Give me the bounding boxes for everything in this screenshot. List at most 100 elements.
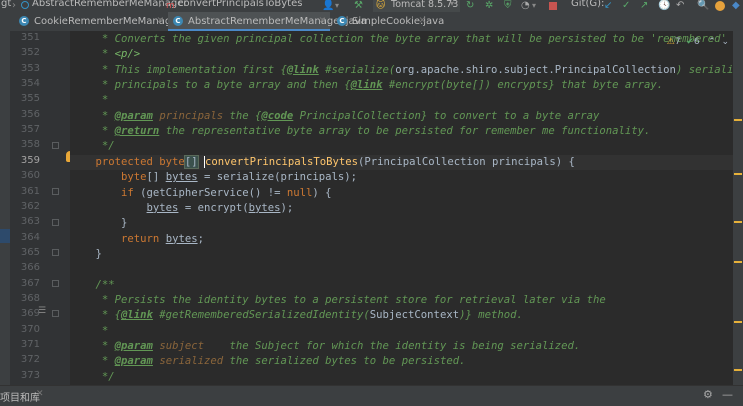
line-number[interactable]: 354	[10, 78, 40, 89]
code-line[interactable]: }	[70, 247, 733, 262]
breadcrumb-class[interactable]: AbstractRememberMeManager	[32, 0, 188, 9]
code-line[interactable]: *	[70, 324, 733, 339]
tab-simple-cookie[interactable]: C SimpleCookie.java ✕	[332, 12, 444, 31]
line-number[interactable]: 361	[10, 186, 40, 197]
debug-icon[interactable]: ✲	[485, 0, 493, 12]
line-number[interactable]: 358	[10, 139, 40, 150]
project-tool-marker[interactable]	[0, 229, 10, 243]
line-number[interactable]: 372	[10, 354, 40, 365]
code-line[interactable]: * @param principals the {@code Principal…	[70, 109, 733, 124]
profiler-icon[interactable]: ◔	[521, 0, 530, 12]
warning-marker[interactable]	[734, 119, 742, 121]
update-icon[interactable]	[715, 1, 725, 11]
minimize-icon[interactable]: —	[722, 388, 733, 401]
fold-marker[interactable]	[52, 219, 59, 226]
code-line[interactable]	[70, 262, 733, 277]
line-number[interactable]: 355	[10, 93, 40, 104]
line-number[interactable]: 359	[10, 155, 40, 166]
code-line[interactable]: /**	[70, 278, 733, 293]
code-line[interactable]: return bytes;	[70, 232, 733, 247]
warning-marker[interactable]	[734, 261, 742, 263]
search-icon[interactable]: 🔍	[697, 0, 709, 12]
code-token: * {	[70, 309, 122, 322]
fold-marker[interactable]	[52, 280, 59, 287]
line-number[interactable]: 367	[10, 278, 40, 289]
warning-marker[interactable]	[734, 321, 742, 323]
fold-marker[interactable]	[52, 310, 59, 317]
code-line[interactable]: * Persists the identity bytes to a persi…	[70, 293, 733, 308]
git-update-icon[interactable]: ↙	[604, 0, 612, 12]
line-number[interactable]: 352	[10, 47, 40, 58]
line-number[interactable]: 370	[10, 324, 40, 335]
project-libraries-label[interactable]: 项目和库	[0, 389, 40, 404]
inspection-widget[interactable]: ⚠7 ✔6 ⌃ ⌄	[667, 37, 729, 47]
code-line[interactable]: * @return the representative byte array …	[70, 124, 733, 139]
code-editor[interactable]: * Converts the given principal collectio…	[70, 31, 733, 385]
fold-marker[interactable]	[52, 188, 59, 195]
line-number[interactable]: 369	[10, 308, 40, 319]
rollback-icon[interactable]: ↶	[676, 0, 684, 12]
fold-marker[interactable]	[52, 249, 59, 256]
build-hammer-icon[interactable]: ⚒	[354, 0, 363, 12]
code-line[interactable]: */	[70, 139, 733, 154]
code-line[interactable]: * This implementation first {@link #seri…	[70, 63, 733, 78]
fold-marker[interactable]	[52, 142, 59, 149]
line-number[interactable]: 362	[10, 201, 40, 212]
code-line[interactable]: }	[70, 216, 733, 231]
code-line[interactable]: bytes = encrypt(bytes);	[70, 201, 733, 216]
code-token: *	[70, 125, 115, 138]
code-line[interactable]: byte[] bytes = serialize(principals);	[70, 170, 733, 185]
breadcrumb-prefix[interactable]: gt	[1, 0, 11, 9]
git-commit-icon[interactable]: ✓	[622, 0, 630, 12]
code-token: * Persists the identity bytes to a persi…	[70, 293, 606, 306]
code-line[interactable]: * {@link #getRememberedSerializedIdentit…	[70, 308, 733, 323]
coverage-icon[interactable]: ⛨	[504, 0, 512, 12]
breadcrumb-method[interactable]: convertPrincipalsToBytes	[178, 0, 302, 9]
warning-marker[interactable]	[734, 221, 742, 223]
line-number[interactable]: 371	[10, 339, 40, 350]
close-icon[interactable]: ✕	[318, 12, 326, 31]
line-number[interactable]: 364	[10, 232, 40, 243]
line-number[interactable]: 373	[10, 370, 40, 381]
line-number[interactable]: 360	[10, 170, 40, 181]
warning-marker[interactable]	[734, 369, 742, 371]
chevron-down-icon: ▾	[450, 0, 455, 8]
code-line[interactable]: */	[70, 370, 733, 385]
line-number[interactable]: 356	[10, 109, 40, 120]
code-line[interactable]: *	[70, 93, 733, 108]
code-line[interactable]: * principals to a byte array and then {@…	[70, 78, 733, 93]
line-number[interactable]: 365	[10, 247, 40, 258]
code-line[interactable]: * @param subject the Subject for which t…	[70, 339, 733, 354]
gear-icon[interactable]: ⚙	[703, 388, 713, 401]
ide-logo-icon[interactable]: ◆	[732, 0, 740, 12]
code-line[interactable]: * @param serialized the serialized bytes…	[70, 354, 733, 369]
close-icon[interactable]: ✕	[418, 12, 426, 31]
tab-abstract-remember-me-manager[interactable]: C AbstractRememberMeManager.java ✕	[168, 12, 367, 31]
git-push-icon[interactable]: ↗	[640, 0, 648, 12]
code-line[interactable]: * <p/>	[70, 47, 733, 62]
line-number[interactable]: 351	[10, 32, 40, 43]
close-icon[interactable]: ✕	[36, 389, 44, 399]
run-config-select[interactable]: 🐱 Tomcat 8.5.73 ▾	[373, 0, 460, 12]
code-line[interactable]: protected byte[] convertPrincipalsToByte…	[70, 154, 733, 170]
tab-cookie-remember-me-manager[interactable]: C CookieRememberMeManager.java ✕	[14, 12, 205, 31]
line-number[interactable]: 357	[10, 124, 40, 135]
list-icon[interactable]: ☰	[38, 306, 46, 316]
close-icon[interactable]: ✕	[156, 12, 164, 31]
chevron-down-icon[interactable]: ⌄	[721, 37, 729, 47]
history-icon[interactable]: 🕓	[658, 0, 670, 12]
chevron-down-icon[interactable]: ▾	[532, 0, 536, 12]
stop-icon[interactable]	[549, 2, 557, 10]
user-icon[interactable]: 👤	[322, 0, 334, 12]
line-number[interactable]: 366	[10, 262, 40, 273]
chevron-down-icon[interactable]: ▾	[335, 0, 339, 12]
code-line[interactable]: if (getCipherService() != null) {	[70, 186, 733, 201]
line-number[interactable]: 363	[10, 216, 40, 227]
code-line[interactable]: * Converts the given principal collectio…	[70, 32, 733, 47]
line-number[interactable]: 368	[10, 293, 40, 304]
warning-marker[interactable]	[734, 173, 742, 175]
chevron-up-icon[interactable]: ⌃	[708, 37, 716, 47]
rerun-icon[interactable]: ↻	[466, 0, 474, 12]
line-number[interactable]: 353	[10, 63, 40, 74]
